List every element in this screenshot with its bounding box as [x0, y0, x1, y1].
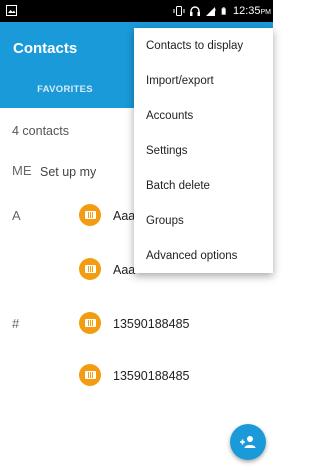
- tab-favorites[interactable]: FAVORITES: [0, 70, 130, 108]
- contact-avatar[interactable]: [79, 364, 101, 386]
- status-time: 12:35PM: [233, 5, 271, 17]
- vibrate-icon: [173, 6, 185, 16]
- contact-card-icon: [84, 319, 96, 327]
- gallery-notification-icon: [6, 5, 17, 16]
- contact-avatar[interactable]: [79, 204, 101, 226]
- menu-item-accounts[interactable]: Accounts: [134, 98, 273, 133]
- contact-name[interactable]: 13590188485: [113, 317, 189, 331]
- app-title: Contacts: [13, 40, 78, 57]
- add-contact-icon: [240, 436, 256, 448]
- menu-item-settings[interactable]: Settings: [134, 133, 273, 168]
- add-contact-button[interactable]: [230, 424, 266, 460]
- contact-card-icon: [84, 265, 96, 273]
- overflow-menu: Contacts to display Import/export Accoun…: [134, 28, 273, 273]
- menu-item-groups[interactable]: Groups: [134, 203, 273, 238]
- set-up-profile-label[interactable]: Set up my: [40, 165, 96, 179]
- menu-item-advanced-options[interactable]: Advanced options: [134, 238, 273, 273]
- contact-name[interactable]: Aaa: [113, 263, 135, 277]
- contact-avatar[interactable]: [79, 258, 101, 280]
- section-letter-me: ME: [12, 163, 32, 178]
- status-time-ampm: PM: [260, 9, 272, 16]
- svg-text:1: 1: [214, 7, 217, 12]
- status-time-value: 12:35: [232, 5, 261, 17]
- contact-avatar[interactable]: [79, 312, 101, 334]
- signal-icon: 1: [205, 7, 217, 16]
- menu-item-contacts-to-display[interactable]: Contacts to display: [134, 28, 273, 63]
- menu-item-batch-delete[interactable]: Batch delete: [134, 168, 273, 203]
- contact-name[interactable]: Aaa: [113, 209, 135, 223]
- contact-card-icon: [84, 371, 96, 379]
- status-bar-right: 1 12:35PM: [173, 0, 271, 22]
- contact-count: 4 contacts: [12, 124, 69, 138]
- battery-icon: [221, 7, 226, 15]
- contact-card-icon: [84, 211, 96, 219]
- contact-name[interactable]: 13590188485: [113, 369, 189, 383]
- section-letter-a: A: [12, 208, 21, 223]
- status-bar: 1 12:35PM: [0, 0, 273, 22]
- headset-icon: [189, 6, 200, 16]
- section-letter-hash: #: [12, 316, 20, 331]
- menu-item-import-export[interactable]: Import/export: [134, 63, 273, 98]
